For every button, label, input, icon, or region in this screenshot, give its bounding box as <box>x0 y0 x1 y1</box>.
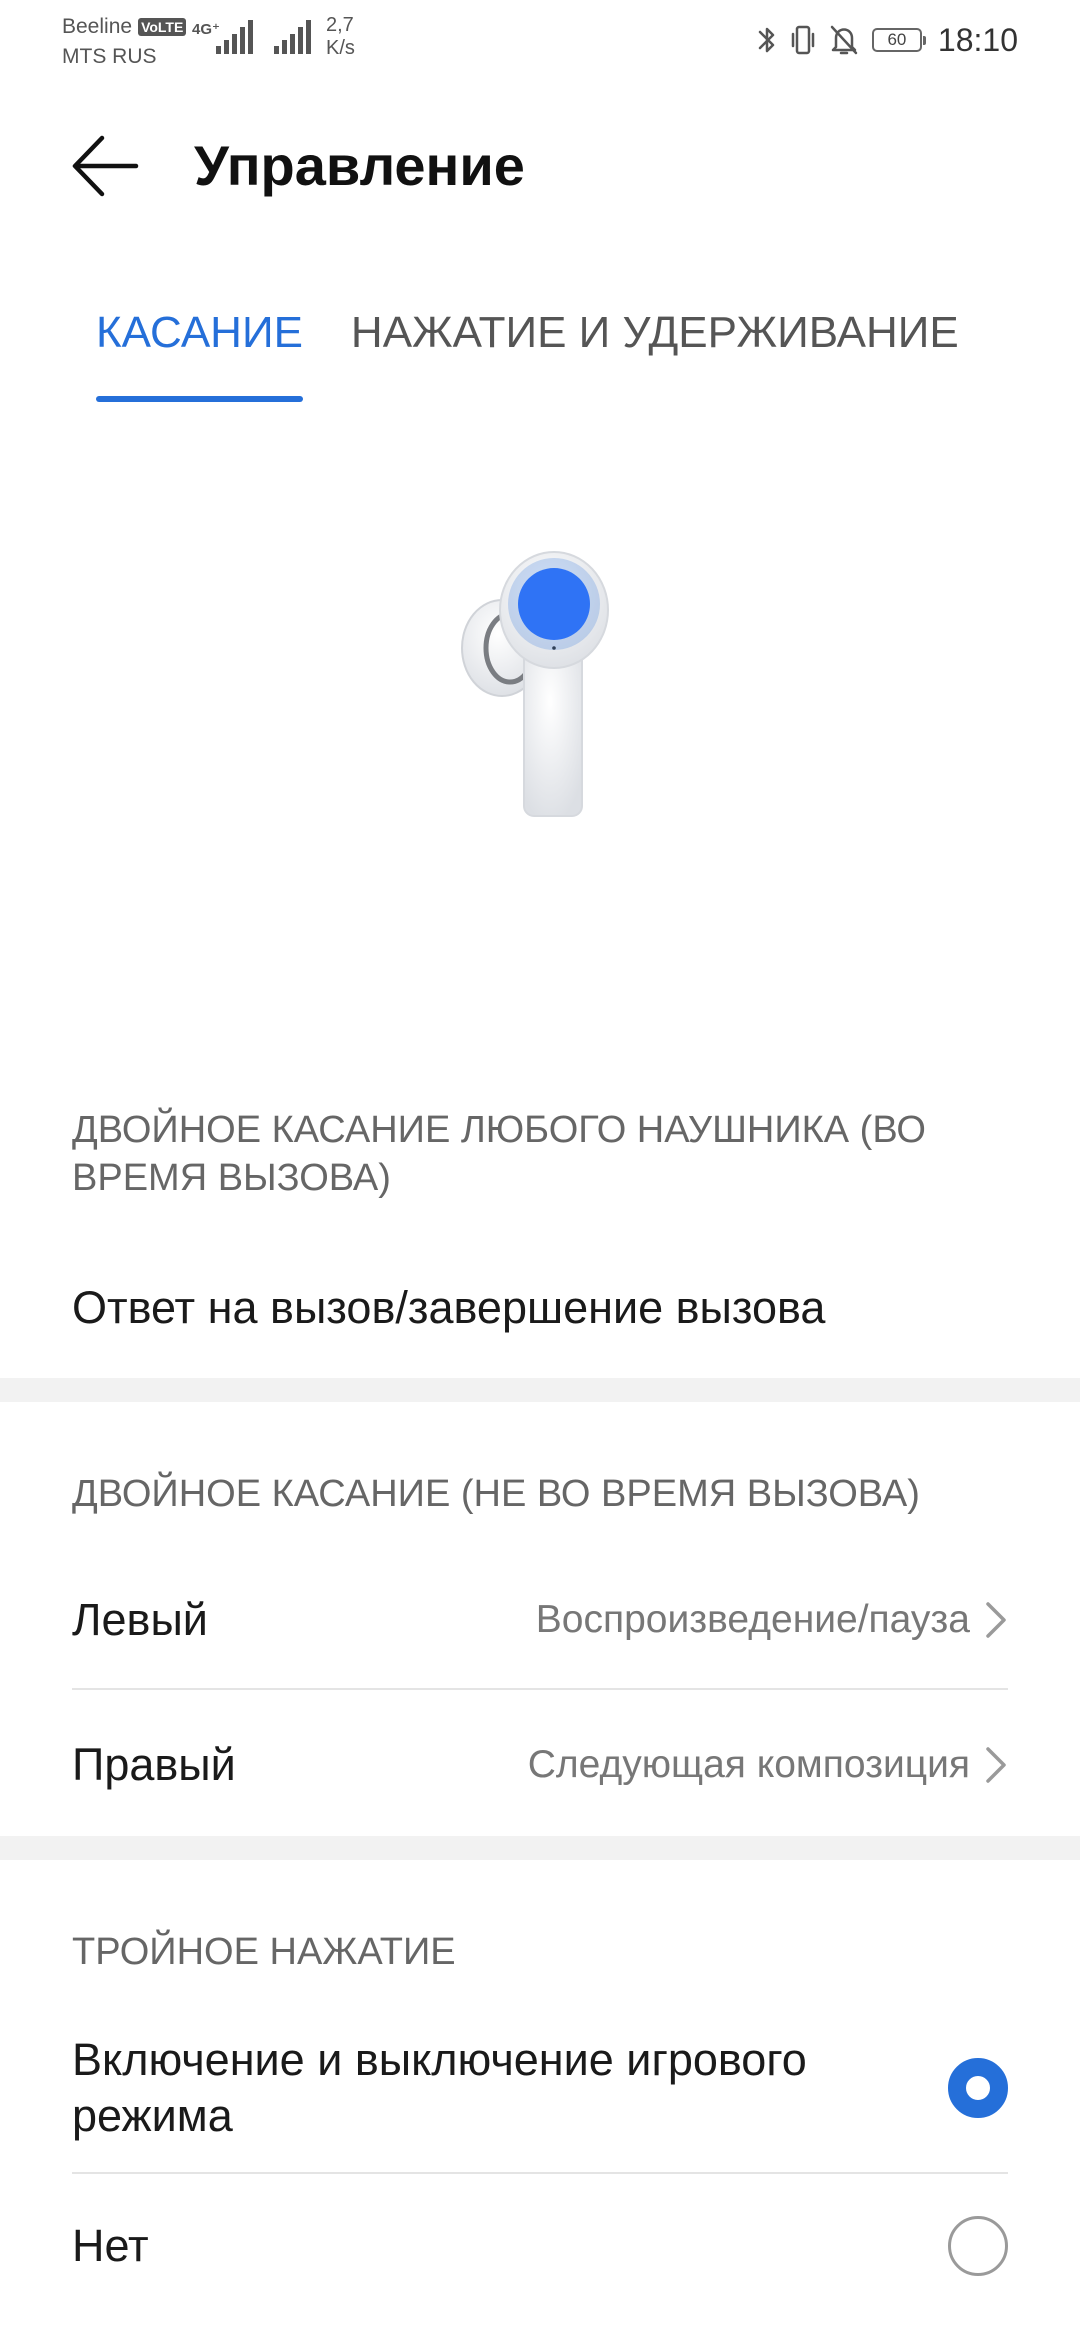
bell-off-icon <box>830 25 858 55</box>
setting-value-text: Воспроизведение/пауза <box>535 1598 970 1641</box>
list-item-label: Ответ на вызов/завершение вызова <box>72 1282 826 1333</box>
setting-row-right[interactable]: Правый Следующая композиция <box>72 1735 1008 1795</box>
carrier-2-label: MTS RUS <box>62 45 157 68</box>
setting-value-left: Воспроизведение/пауза <box>536 1598 1008 1642</box>
setting-row-left[interactable]: Левый Воспроизведение/пауза <box>72 1590 1008 1650</box>
signal-strength-icon-sim2 <box>274 20 311 54</box>
radio-option-label: Нет <box>72 2220 149 2271</box>
section-separator <box>0 1836 1080 1860</box>
chevron-right-icon <box>986 1602 1006 1638</box>
radio-option-label: Включение и выключение игрового режима <box>72 2034 807 2141</box>
status-icons: 60 18:10 <box>756 18 1018 62</box>
radio-button-selected[interactable] <box>948 2058 1008 2118</box>
section-separator <box>0 1378 1080 1402</box>
section-header-double-tap: ДВОЙНОЕ КАСАНИЕ (НЕ ВО ВРЕМЯ ВЫЗОВА) <box>72 1473 920 1515</box>
bluetooth-icon <box>758 27 775 53</box>
section-header-triple-press: ТРОЙНОЕ НАЖАТИЕ <box>72 1931 456 1973</box>
carrier-info: Beeline VoLTE MTS RUS <box>62 12 187 72</box>
signal-strength-icon-sim1 <box>216 20 253 54</box>
earbud-illustration <box>461 551 609 817</box>
radio-option-game-mode[interactable]: Включение и выключение игрового режима <box>72 2030 1008 2146</box>
page-title: Управление <box>194 134 525 197</box>
setting-value-text: Следующая композиция <box>527 1743 970 1786</box>
status-clock: 18:10 <box>937 21 1018 58</box>
divider <box>72 1688 1008 1690</box>
status-bar: Beeline VoLTE MTS RUS 4G⁺ 2,7 K/s 60 18:… <box>0 0 1080 80</box>
network-speed: 2,7 K/s <box>326 14 355 60</box>
network-speed-value: 2,7 <box>326 14 354 36</box>
tab-touch[interactable]: КАСАНИЕ <box>96 298 303 402</box>
setting-value-right: Следующая композиция <box>528 1743 1008 1787</box>
tab-bar: КАСАНИЕ НАЖАТИЕ И УДЕРЖИВАНИЕ <box>96 298 959 402</box>
back-button[interactable] <box>60 122 150 212</box>
divider <box>72 2172 1008 2174</box>
tab-press-and-hold[interactable]: НАЖАТИЕ И УДЕРЖИВАНИЕ <box>351 298 959 388</box>
battery-icon: 60 <box>871 28 926 52</box>
carrier-1-label: Beeline <box>62 15 133 38</box>
section-header-call-double-tap: ДВОЙНОЕ КАСАНИЕ ЛЮБОГО НАУШНИКА (ВО ВРЕМ… <box>72 1109 926 1199</box>
vibrate-icon <box>791 25 815 55</box>
volte-badge: VoLTE <box>138 18 187 36</box>
list-item-call-answer: Ответ на вызов/завершение вызова <box>72 1280 1008 1336</box>
setting-label-left: Левый <box>72 1594 208 1645</box>
app-header: Управление <box>0 100 1080 230</box>
radio-button-unselected[interactable] <box>948 2216 1008 2276</box>
network-speed-unit: K/s <box>326 37 355 59</box>
setting-label-right: Правый <box>72 1739 236 1790</box>
radio-option-none[interactable]: Нет <box>72 2216 1008 2276</box>
arrow-left-icon <box>72 135 139 197</box>
chevron-right-icon <box>986 1747 1006 1783</box>
